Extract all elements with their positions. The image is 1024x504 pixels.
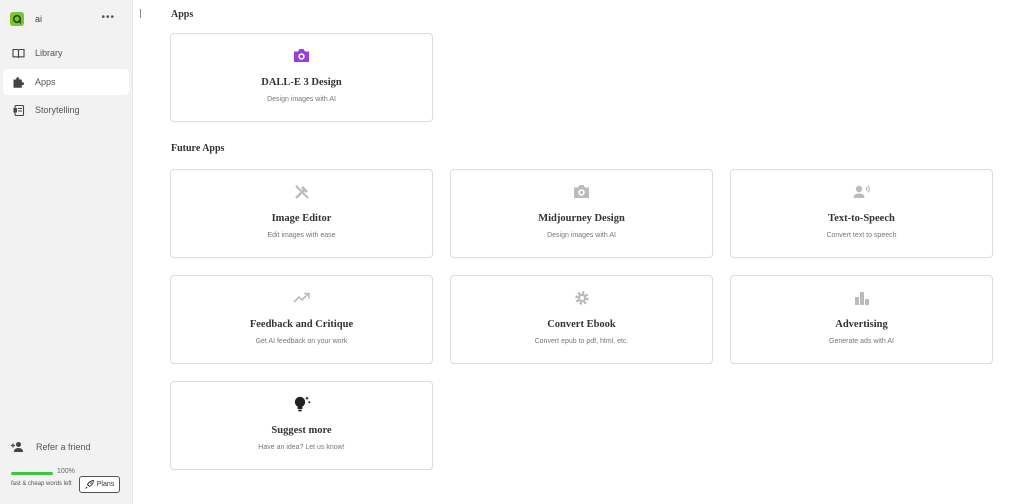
app-card-advertising[interactable]: Advertising Generate ads with AI (730, 275, 993, 364)
card-description: Convert text to speech (826, 232, 897, 239)
collapse-handle[interactable] (140, 9, 141, 18)
bar-chart-icon (731, 289, 992, 306)
plans-button[interactable]: Plans (79, 476, 120, 493)
card-title: Feedback and Critique (249, 319, 354, 330)
tools-icon (171, 183, 432, 200)
app-card-convert-ebook[interactable]: Convert Ebook Convert epub to pdf, html,… (450, 275, 713, 364)
gear-icon (451, 289, 712, 306)
scroll-icon (11, 103, 25, 117)
card-description: Convert epub to pdf, html, etc. (534, 338, 629, 345)
more-options-icon[interactable]: ••• (101, 12, 115, 24)
app-card-midjourney[interactable]: Midjourney Design Design images with AI (450, 169, 713, 258)
refer-friend-link[interactable]: Refer a friend (10, 440, 91, 454)
app-card-dalle3[interactable]: DALL-E 3 Design Design images with AI (170, 33, 433, 122)
card-title: Advertising (835, 319, 888, 330)
rocket-icon (84, 480, 94, 489)
card-description: Get AI feedback on your work (255, 338, 348, 345)
add-person-icon (10, 440, 24, 454)
app-card-feedback[interactable]: Feedback and Critique Get AI feedback on… (170, 275, 433, 364)
camera-icon (451, 183, 712, 200)
usage-progress-bar (11, 472, 53, 475)
card-description: Design images with AI (267, 96, 336, 103)
sidebar-item-library[interactable]: Library (3, 40, 129, 66)
card-title: Image Editor (271, 213, 332, 224)
sidebar: ai ••• Library Apps Storytelling Refer a… (0, 0, 133, 504)
refer-friend-label: Refer a friend (36, 442, 91, 452)
card-title: Midjourney Design (538, 213, 625, 224)
app-card-image-editor[interactable]: Image Editor Edit images with ease (170, 169, 433, 258)
usage-text: fast & cheap words left (11, 481, 72, 487)
card-description: Edit images with ease (267, 232, 336, 239)
trending-up-icon (171, 289, 432, 306)
sidebar-item-label: Storytelling (35, 105, 80, 115)
workspace-name: ai (35, 14, 43, 24)
plans-label: Plans (96, 481, 115, 488)
app-card-suggest-more[interactable]: Suggest more Have an idea? Let us know! (170, 381, 433, 470)
lightbulb-icon (171, 394, 432, 414)
book-icon (11, 46, 25, 60)
sidebar-item-apps[interactable]: Apps (3, 69, 129, 95)
workspace-logo-icon (10, 12, 24, 26)
card-title: Convert Ebook (547, 319, 616, 330)
card-title: Suggest more (271, 425, 332, 436)
card-description: Design images with AI (547, 232, 616, 239)
speaker-icon (731, 183, 992, 200)
card-title: Text-to-Speech (828, 213, 895, 224)
card-description: Generate ads with AI (829, 338, 894, 345)
apps-section-title: Apps (171, 9, 194, 20)
future-apps-section-title: Future Apps (171, 143, 225, 154)
card-description: Have an idea? Let us know! (258, 444, 345, 451)
workspace-switcher[interactable]: ai ••• (10, 11, 128, 27)
sidebar-item-label: Library (35, 48, 63, 58)
camera-icon (171, 47, 432, 64)
app-card-text-to-speech[interactable]: Text-to-Speech Convert text to speech (730, 169, 993, 258)
usage-percent: 100% (57, 468, 75, 475)
sidebar-item-label: Apps (35, 77, 56, 87)
sidebar-item-storytelling[interactable]: Storytelling (3, 97, 129, 123)
puzzle-icon (11, 75, 25, 89)
card-title: DALL-E 3 Design (261, 77, 342, 88)
